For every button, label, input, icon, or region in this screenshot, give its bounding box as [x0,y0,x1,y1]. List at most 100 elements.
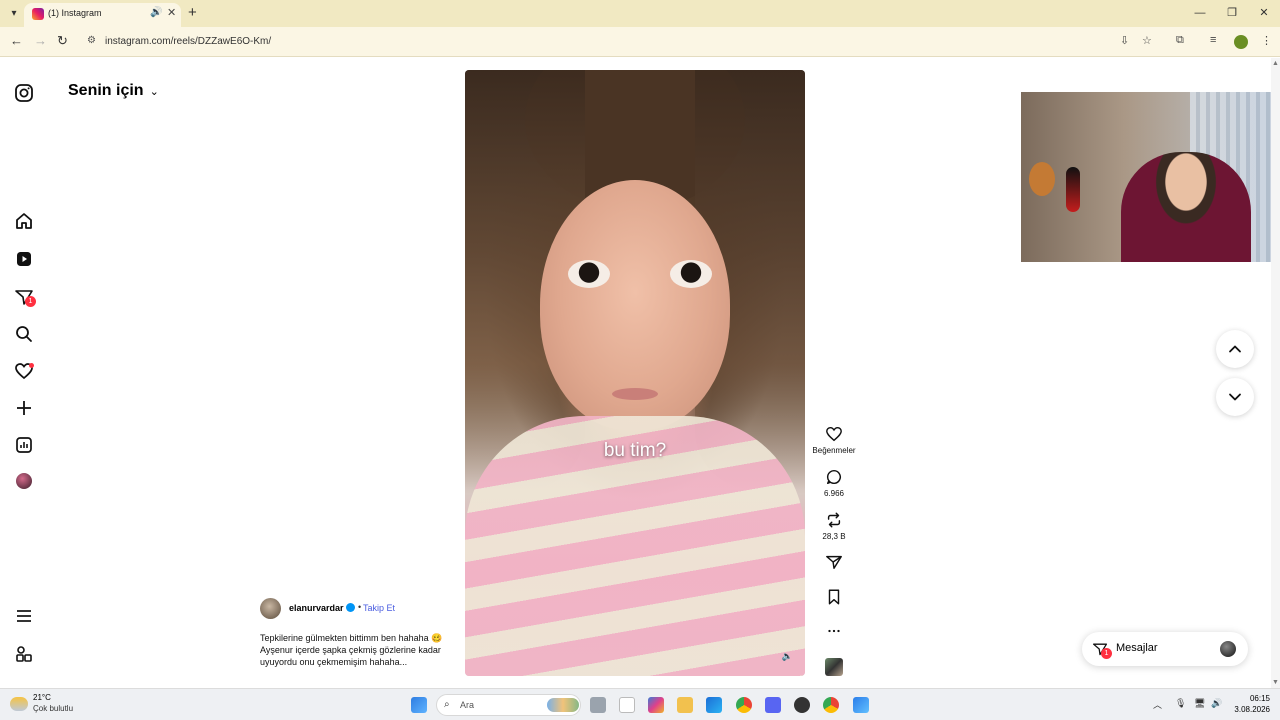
media-control-icon[interactable]: ≡ [1210,34,1216,46]
messages-count-badge: 1 [1101,648,1112,659]
also-from-meta-icon[interactable] [14,644,34,664]
extensions-icon[interactable]: ⧉ [1176,34,1184,47]
task-view-icon[interactable] [590,697,606,713]
address-bar[interactable]: ⚙ instagram.com/reels/DZZawE6O-Km/ [80,30,1165,54]
start-windows-icon[interactable] [411,697,427,713]
home-icon[interactable] [14,211,34,231]
browser-menu-icon[interactable]: ⋮ [1261,34,1272,47]
tab-audio-icon[interactable]: 🔊 [150,7,162,18]
reel-description[interactable]: Tepkilerine gülmekten bittimm ben hahaha… [260,632,446,668]
chevron-down-icon [1229,393,1241,401]
taskbar-search[interactable]: ⌕ Ara [436,694,581,716]
comments-count: 6.966 [823,489,845,498]
bookmark-icon [828,589,840,605]
share-paper-plane-icon [826,555,842,570]
tray-overflow-icon[interactable]: ︿ [1153,698,1162,711]
message-contact-avatar [1220,641,1236,657]
feed-title: Senin için [68,82,144,99]
share-button[interactable] [812,553,856,571]
author-username[interactable]: elanurvardar [289,603,344,613]
chrome-icon[interactable] [736,697,752,713]
previous-reel-button[interactable] [1216,330,1254,368]
like-button[interactable]: Beğenmeler [812,425,856,455]
search-icon[interactable] [14,324,34,344]
bookmark-star-icon[interactable]: ☆ [1142,34,1152,47]
profile-avatar[interactable] [1234,35,1248,49]
reel-video[interactable]: bu tim? 🔈 [465,70,805,676]
webcam-bear [1029,162,1055,196]
windows-taskbar: 21°C Çok bulutlu ⌕ Ara ︿ 🎙 🖥 🔊 06:15 3.0… [0,688,1280,720]
page-scrollbar[interactable]: ▲ ▼ [1271,58,1280,688]
feed-selector[interactable]: Senin için ⌄ [68,82,159,100]
scroll-down-icon[interactable]: ▼ [1272,679,1279,686]
tab-search-icon[interactable]: ▾ [6,6,22,22]
reposts-count: 28,3 B [822,532,846,541]
window-close-button[interactable]: ✕ [1248,0,1280,27]
weather-cloud-icon [10,697,28,711]
more-dots-icon [828,629,840,633]
dashboard-chart-icon[interactable] [14,435,34,455]
video-frame-eye-right [670,260,712,288]
discord-icon[interactable] [765,697,781,713]
install-app-icon[interactable]: ⇩ [1120,34,1129,47]
heart-icon [826,426,842,442]
volume-icon[interactable]: 🔊 [1211,698,1222,709]
instagram-logo-icon[interactable] [14,83,34,103]
file-explorer-icon[interactable] [677,697,693,713]
search-placeholder: Ara [460,700,475,710]
more-menu-icon[interactable] [14,606,34,626]
site-info-icon[interactable]: ⚙ [87,35,96,46]
weather-temperature: 21°C [33,693,51,702]
messages-label: Mesajlar [1116,642,1158,654]
instagram-favicon-icon [32,8,44,20]
repost-button[interactable]: 28,3 B [812,511,856,541]
audio-toggle-icon[interactable]: 🔈 [782,651,793,662]
webcam-overlay [1021,92,1280,262]
follow-button[interactable]: Takip Et [363,603,395,613]
network-icon[interactable]: 🖥 [1194,698,1205,709]
repost-icon [827,512,841,528]
tab-close-icon[interactable]: ✕ [167,6,176,19]
taskbar-clock[interactable]: 06:15 3.08.2026 [1230,693,1270,715]
next-reel-button[interactable] [1216,378,1254,416]
chrome-active-icon[interactable] [823,697,839,713]
url-text: instagram.com/reels/DZZawE6O-Km/ [105,36,272,47]
audio-thumbnail[interactable] [825,658,843,676]
comment-button[interactable]: 6.966 [812,468,856,498]
new-tab-button[interactable]: + [188,4,197,21]
comment-icon [826,469,841,485]
minimize-button[interactable]: — [1184,0,1216,27]
store-icon[interactable] [706,697,722,713]
video-frame-mouth [612,388,658,400]
notification-dot [29,363,34,368]
reels-icon[interactable] [14,249,34,269]
reload-button[interactable]: ↻ [57,33,68,49]
microphone-icon[interactable]: 🎙 [1175,698,1186,709]
back-button[interactable]: ← [10,33,23,48]
instagram-sidebar: 1 [0,58,48,688]
forward-button[interactable]: → [34,33,47,48]
likes-label: Beğenmeler [812,446,856,455]
obs-icon[interactable] [794,697,810,713]
search-icon: ⌕ [444,699,450,710]
author-avatar[interactable] [260,598,281,619]
app-icon[interactable] [853,697,869,713]
reel-caption-overlay: bu tim? [603,440,667,461]
browser-tab[interactable]: (1) Instagram 🔊 ✕ [24,3,181,27]
notepad-icon[interactable] [619,697,635,713]
restore-button[interactable]: ❐ [1216,0,1248,27]
browser-tab-strip: ▾ (1) Instagram 🔊 ✕ + — ❐ ✕ [0,0,1280,27]
search-highlight-image [547,698,579,712]
profile-avatar-icon[interactable] [16,473,32,489]
tab-title: (1) Instagram [48,8,102,18]
clock-date: 3.08.2026 [1234,705,1270,714]
more-options-button[interactable] [812,622,856,640]
separator-dot: • [358,602,362,612]
copilot-icon[interactable] [648,697,664,713]
create-plus-icon[interactable] [14,398,34,418]
save-button[interactable] [812,588,856,606]
messages-button[interactable]: 1 Mesajlar [1082,632,1248,666]
clock-time: 06:15 [1249,694,1270,703]
scroll-up-icon[interactable]: ▲ [1272,60,1279,67]
chevron-down-icon: ⌄ [149,86,159,98]
